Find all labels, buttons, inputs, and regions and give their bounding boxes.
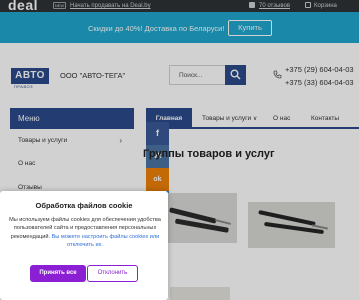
nav-products-label: Товары и услуги: [202, 115, 252, 122]
product-image[interactable]: [248, 202, 335, 248]
reject-button[interactable]: Отклонить: [87, 265, 138, 282]
buy-button[interactable]: Купить: [228, 20, 272, 36]
cart-link[interactable]: Корзина: [314, 3, 337, 9]
sidebar-item-products[interactable]: Товары и услуги: [10, 129, 134, 152]
company-name: ООО "АВТО-ТЕГА": [60, 71, 126, 80]
cookie-text: Мы используем файлы cookies для обеспече…: [9, 216, 161, 249]
nav-about[interactable]: О нас: [273, 108, 290, 129]
top-bar: deal NEW Начать продавать на Deal.by 70 …: [0, 0, 359, 13]
new-badge: NEW: [53, 2, 66, 9]
shock-absorber-image: [169, 207, 232, 233]
reviews-icon: [249, 2, 255, 8]
nav-products[interactable]: Товары и услуги ∨: [202, 108, 257, 129]
cart-icon: [305, 2, 311, 8]
odnoklassniki-icon[interactable]: ok: [146, 168, 169, 191]
sidebar-item-about[interactable]: О нас: [10, 152, 134, 175]
phone-number-1[interactable]: +375 (29) 604-04-03: [285, 65, 354, 74]
nav-contacts[interactable]: Контакты: [311, 108, 339, 129]
start-selling-link[interactable]: Начать продавать на Deal.by: [70, 3, 151, 9]
product-image[interactable]: [170, 287, 230, 300]
cookie-title: Обработка файлов cookie: [35, 201, 133, 210]
phone-icon: [273, 70, 282, 79]
sidebar-heading: Меню: [10, 108, 134, 129]
cookie-dialog: Обработка файлов cookie Мы используем фа…: [0, 191, 168, 300]
search-icon: [230, 69, 241, 80]
main-nav: Главная Товары и услуги ∨ О нас Контакты: [146, 108, 359, 129]
company-logo[interactable]: АВТО: [11, 68, 49, 84]
shock-absorber-image: [258, 210, 329, 234]
promo-banner: Скидки до 40%! Доставка по Беларуси! Куп…: [0, 12, 359, 43]
page: deal NEW Начать продавать на Deal.by 70 …: [0, 0, 359, 300]
promo-text: Скидки до 40%! Доставка по Беларуси!: [88, 24, 225, 33]
search-button[interactable]: [225, 65, 246, 85]
accept-all-button[interactable]: Принять все: [30, 265, 86, 282]
product-image[interactable]: [165, 193, 237, 243]
company-logo-subtitle: ПРАВОЗ: [14, 84, 34, 89]
reviews-link[interactable]: 70 отзывов: [259, 3, 290, 9]
phone-number-2[interactable]: +375 (33) 604-04-03: [285, 78, 354, 87]
search-input[interactable]: Поиск...: [169, 65, 225, 85]
chevron-down-icon: ∨: [252, 116, 258, 122]
facebook-icon[interactable]: f: [146, 122, 169, 145]
section-title: Группы товаров и услуг: [143, 148, 275, 160]
cookie-settings-link[interactable]: Вы можете настроить файлы cookies или от…: [52, 234, 160, 248]
